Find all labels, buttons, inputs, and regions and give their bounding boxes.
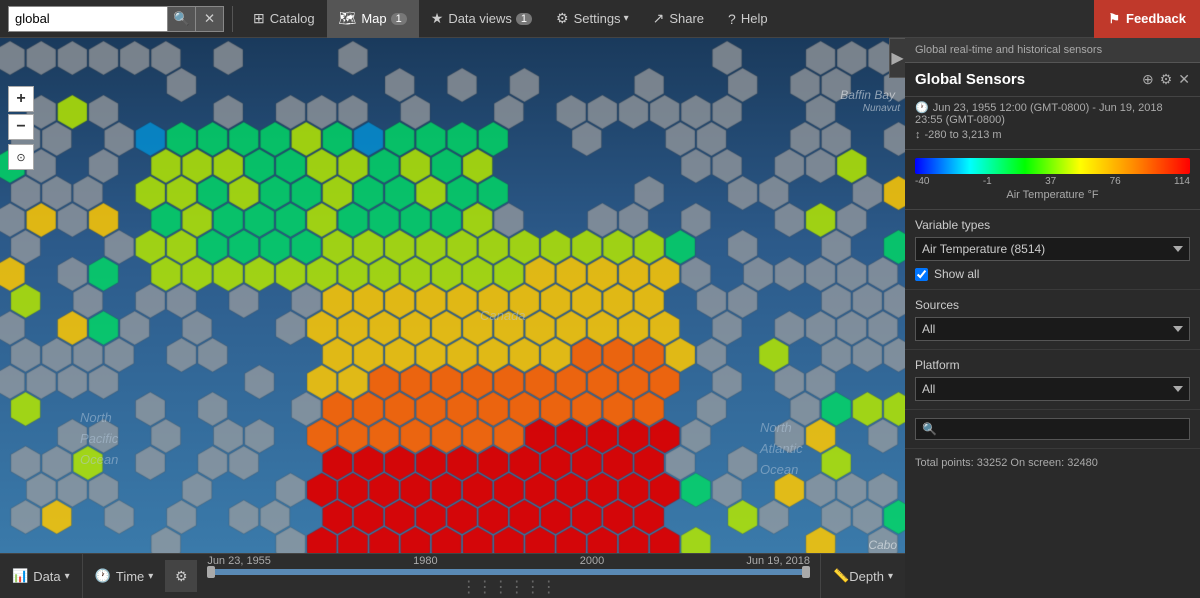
depth-bottom-button[interactable]: 📏 Depth ▾ xyxy=(820,554,905,598)
settings-chevron-icon: ▾ xyxy=(624,13,629,24)
help-icon: ? xyxy=(728,11,736,27)
variable-types-section: Variable types Air Temperature (8514) Sh… xyxy=(905,210,1200,290)
right-panel: Global real-time and historical sensors … xyxy=(905,38,1200,598)
data-icon: 📊 xyxy=(12,568,28,584)
sensor-search-section: 🔍 xyxy=(905,410,1200,449)
depth-ruler-icon: 📏 xyxy=(833,568,849,584)
zoom-out-button[interactable]: − xyxy=(8,114,34,140)
map-count-badge: 1 xyxy=(391,13,407,25)
bottom-bar: 📊 Data ▾ 🕐 Time ▾ ⚙ Jun 23, 1955 1980 20… xyxy=(0,553,905,598)
star-icon: ★ xyxy=(431,10,444,27)
color-scale-ticks: -40 -1 37 76 114 xyxy=(915,176,1190,187)
show-all-label: Show all xyxy=(934,267,979,281)
zoom-controls: + − ⊙ xyxy=(8,86,34,170)
sensor-search-row: 🔍 xyxy=(915,418,1190,440)
depth-icon: ↕ xyxy=(915,129,921,141)
catalog-icon: ⊞ xyxy=(253,10,265,27)
search-clear-button[interactable]: ✕ xyxy=(196,6,224,32)
panel-close-icon[interactable]: ✕ xyxy=(1178,71,1190,88)
data-bottom-button[interactable]: 📊 Data ▾ xyxy=(0,554,83,598)
sources-select[interactable]: All xyxy=(915,317,1190,341)
top-navigation: 🔍 ✕ ⊞ Catalog 🗺 Map 1 ★ Data views 1 ⚙ S… xyxy=(0,0,1200,38)
color-gradient-bar xyxy=(915,158,1190,174)
map-nav-item[interactable]: 🗺 Map 1 xyxy=(327,0,419,38)
variable-types-label: Variable types xyxy=(915,218,1190,232)
data-views-count-badge: 1 xyxy=(516,13,532,25)
share-nav-item[interactable]: ↗ Share xyxy=(641,0,716,38)
total-points-display: Total points: 33252 On screen: 32480 xyxy=(905,449,1200,477)
timeline-right-handle[interactable] xyxy=(802,566,810,578)
platform-select[interactable]: All xyxy=(915,377,1190,401)
panel-title-row: Global Sensors ⊕ ⚙ ✕ xyxy=(905,63,1200,97)
timeline-left-handle[interactable] xyxy=(207,566,215,578)
tick-4: 76 xyxy=(1110,176,1121,187)
panel-header: Global real-time and historical sensors xyxy=(905,38,1200,63)
timeline[interactable]: Jun 23, 1955 1980 2000 Jun 19, 2018 ⋮⋮⋮⋮… xyxy=(197,555,820,597)
settings-nav-item[interactable]: ⚙ Settings ▾ xyxy=(544,0,641,38)
map-area[interactable]: Canada NorthPacificOcean NorthAtlanticOc… xyxy=(0,38,905,553)
clock-icon: 🕐 xyxy=(915,102,929,114)
panel-share-icon[interactable]: ⊕ xyxy=(1142,71,1154,88)
platform-section: Platform All xyxy=(905,350,1200,410)
variable-types-select[interactable]: Air Temperature (8514) xyxy=(915,237,1190,261)
timeline-start-label: Jun 23, 1955 xyxy=(207,555,271,567)
panel-title: Global Sensors xyxy=(915,71,1025,88)
feedback-icon: ⚑ xyxy=(1108,11,1120,27)
map-icon: 🗺 xyxy=(339,10,357,27)
panel-icon-group: ⊕ ⚙ ✕ xyxy=(1142,71,1190,88)
timeline-mid2-label: 2000 xyxy=(580,555,604,567)
time-chevron-icon: ▾ xyxy=(148,571,153,582)
tick-5: 114 xyxy=(1174,176,1190,187)
data-chevron-icon: ▾ xyxy=(65,571,70,582)
tick-1: -40 xyxy=(915,176,929,187)
search-input[interactable] xyxy=(8,6,168,32)
color-scale-section: -40 -1 37 76 114 Air Temperature °F xyxy=(905,150,1200,210)
catalog-nav-item[interactable]: ⊞ Catalog xyxy=(241,0,327,38)
search-button[interactable]: 🔍 xyxy=(168,6,196,32)
feedback-button[interactable]: ⚑ Feedback xyxy=(1094,0,1200,38)
time-bottom-button[interactable]: 🕐 Time ▾ xyxy=(83,554,166,598)
share-icon: ↗ xyxy=(653,10,665,27)
zoom-extent-button[interactable]: ⊙ xyxy=(8,144,34,170)
zoom-in-button[interactable]: + xyxy=(8,86,34,112)
time-range-display: 🕐Jun 23, 1955 12:00 (GMT-0800) - Jun 19,… xyxy=(905,97,1200,150)
depth-chevron-icon: ▾ xyxy=(888,571,893,582)
timeline-mid1-label: 1980 xyxy=(413,555,437,567)
timeline-settings-button[interactable]: ⚙ xyxy=(165,560,197,592)
sensor-search-icon: 🔍 xyxy=(922,422,937,436)
panel-collapse-button[interactable]: ▶ xyxy=(889,38,905,78)
settings-icon: ⚙ xyxy=(556,10,569,27)
tick-3: 37 xyxy=(1045,176,1056,187)
time-icon: 🕐 xyxy=(95,568,111,584)
hex-overlay xyxy=(0,38,905,553)
sources-section: Sources All xyxy=(905,290,1200,350)
show-all-checkbox[interactable] xyxy=(915,268,928,281)
help-nav-item[interactable]: ? Help xyxy=(716,0,780,38)
show-all-row: Show all xyxy=(915,267,1190,281)
platform-label: Platform xyxy=(915,358,1190,372)
panel-settings-icon[interactable]: ⚙ xyxy=(1160,71,1173,88)
tick-2: -1 xyxy=(983,176,992,187)
timeline-end-label: Jun 19, 2018 xyxy=(746,555,810,567)
timeline-bar[interactable] xyxy=(207,569,810,575)
nav-separator xyxy=(232,6,233,32)
data-views-nav-item[interactable]: ★ Data views 1 xyxy=(419,0,544,38)
sensor-search-input[interactable] xyxy=(941,422,1183,436)
sources-label: Sources xyxy=(915,298,1190,312)
timeline-range xyxy=(207,569,810,575)
timeline-labels: Jun 23, 1955 1980 2000 Jun 19, 2018 xyxy=(207,555,810,567)
color-scale-label: Air Temperature °F xyxy=(915,189,1190,201)
search-bar: 🔍 ✕ xyxy=(8,6,224,32)
timeline-resize-handle[interactable]: ⋮⋮⋮⋮⋮⋮ xyxy=(207,577,810,597)
